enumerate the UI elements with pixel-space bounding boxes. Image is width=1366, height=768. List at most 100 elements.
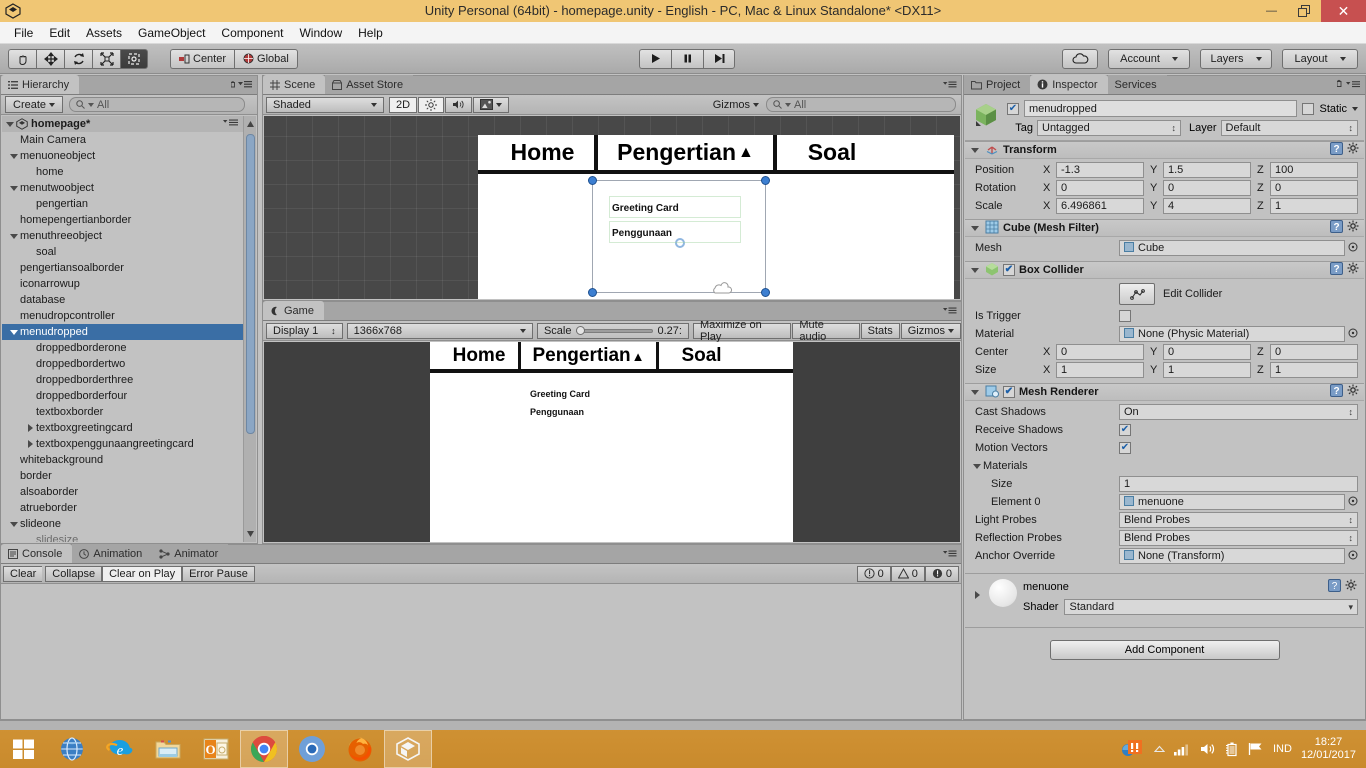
foldout-open[interactable] [8, 233, 20, 239]
menu-item-assets[interactable]: Assets [78, 24, 130, 42]
foldout-open[interactable] [8, 329, 20, 335]
hierarchy-panel-menu[interactable] [230, 79, 253, 92]
scene-viewport[interactable]: Home Pengertian ▲ Soal Greeting Card Pen… [264, 116, 960, 299]
field-y[interactable]: 1 [1163, 362, 1251, 378]
inspector-panel-menu[interactable] [1336, 79, 1361, 92]
account-button[interactable]: Account [1108, 48, 1190, 69]
start-button[interactable] [0, 730, 48, 768]
foldout-closed[interactable] [24, 424, 36, 432]
field-y[interactable]: 0 [1163, 344, 1251, 360]
hierarchy-item[interactable]: Main Camera [2, 132, 243, 148]
help-icon[interactable]: ? [1330, 262, 1343, 278]
pause-button[interactable] [671, 48, 703, 69]
field-x[interactable]: -1.3 [1056, 162, 1144, 178]
menu-item-gameobject[interactable]: GameObject [130, 24, 213, 42]
hierarchy-item[interactable]: menuthreeobject [2, 228, 243, 244]
gear-icon[interactable] [1347, 142, 1360, 158]
console-clear-on-play-toggle[interactable]: Clear on Play [102, 565, 183, 582]
help-icon[interactable]: ? [1330, 220, 1343, 236]
help-icon[interactable]: ? [1328, 579, 1341, 595]
shader-dropdown[interactable]: Standard [1064, 599, 1358, 615]
taskbar-item-globe[interactable] [48, 730, 96, 768]
tab-inspector[interactable]: Inspector [1030, 75, 1108, 94]
static-checkbox[interactable] [1302, 102, 1315, 115]
gameobject-name-input[interactable]: menudropped [1024, 100, 1298, 117]
component-foldout[interactable] [969, 225, 981, 231]
property-checkbox[interactable] [1119, 424, 1131, 436]
scene-draw-mode-dropdown[interactable]: Shaded [266, 96, 384, 113]
tray-action-center-icon[interactable] [1248, 742, 1264, 756]
hierarchy-item[interactable]: menuoneobject [2, 148, 243, 164]
tab-scene[interactable]: Scene [263, 75, 326, 94]
component-enabled-checkbox[interactable] [1003, 264, 1015, 276]
pivot-rotation-button[interactable]: Global [234, 48, 298, 69]
taskbar-item-chrome[interactable] [240, 730, 288, 768]
hierarchy-item[interactable]: whitebackground [2, 452, 243, 468]
console-log-area[interactable] [2, 584, 960, 718]
field-y[interactable]: 1.5 [1163, 162, 1251, 178]
tray-battery-icon[interactable] [1225, 742, 1239, 757]
tray-clock[interactable]: 18:27 12/01/2017 [1301, 736, 1356, 762]
rotate-tool-button[interactable] [64, 48, 92, 69]
layer-dropdown[interactable]: Default [1220, 120, 1358, 136]
object-picker-icon[interactable] [1348, 242, 1358, 255]
component-header[interactable]: Box Collider? [965, 261, 1364, 279]
tray-language[interactable]: IND [1273, 743, 1292, 755]
foldout-open[interactable] [8, 185, 20, 191]
object-field[interactable]: Cube [1119, 240, 1345, 256]
field-z[interactable]: 0 [1270, 344, 1358, 360]
component-foldout[interactable] [969, 389, 981, 395]
move-tool-button[interactable] [36, 48, 64, 69]
hierarchy-item[interactable]: border [2, 468, 243, 484]
game-viewport[interactable]: Home Pengertian ▲ Soal Greeting Card Pen… [264, 342, 960, 542]
menu-item-window[interactable]: Window [291, 24, 350, 42]
object-picker-icon[interactable] [1348, 328, 1358, 341]
cloud-button[interactable] [1062, 48, 1098, 69]
scene-panel-menu[interactable] [943, 80, 957, 92]
console-warning-count[interactable]: 0 [890, 565, 925, 582]
taskbar-item-firefox[interactable] [336, 730, 384, 768]
field-x[interactable]: 6.496861 [1056, 198, 1144, 214]
game-stats-toggle[interactable]: Stats [860, 322, 900, 339]
game-scale-thumb[interactable] [576, 326, 586, 335]
popup-field[interactable]: Blend Probes [1119, 530, 1358, 546]
hierarchy-item[interactable]: iconarrowup [2, 276, 243, 292]
hierarchy-search-input[interactable]: All [69, 97, 246, 112]
console-error-pause-toggle[interactable]: Error Pause [182, 565, 255, 582]
tab-services[interactable]: Services [1107, 75, 1167, 94]
tray-alert-icon[interactable] [1121, 739, 1145, 759]
material-foldout[interactable] [971, 579, 983, 599]
help-icon[interactable]: ? [1330, 142, 1343, 158]
menu-item-component[interactable]: Component [213, 24, 291, 42]
create-button[interactable]: Create [5, 96, 64, 113]
hierarchy-item[interactable]: slidesize [2, 532, 243, 542]
chevron-down-icon[interactable] [1352, 106, 1358, 111]
menu-item-file[interactable]: File [6, 24, 41, 42]
hierarchy-item[interactable]: database [2, 292, 243, 308]
hierarchy-scroll-thumb[interactable] [246, 134, 255, 434]
tab-asset-store[interactable]: Asset Store [325, 75, 414, 94]
pivot-mode-button[interactable]: Center [170, 48, 235, 69]
tab-project[interactable]: Project [964, 75, 1031, 94]
scene-selection-handle-br[interactable] [761, 288, 770, 297]
hierarchy-item[interactable]: droppedborderone [2, 340, 243, 356]
hierarchy-item[interactable]: home [2, 164, 243, 180]
hierarchy-item[interactable]: droppedborderthree [2, 372, 243, 388]
tab-animator[interactable]: Animator [152, 544, 229, 563]
scroll-down-icon[interactable] [246, 528, 255, 540]
tag-dropdown[interactable]: Untagged [1037, 120, 1181, 136]
menu-item-help[interactable]: Help [350, 24, 391, 42]
game-panel-menu[interactable] [943, 306, 957, 318]
field-z[interactable]: 100 [1270, 162, 1358, 178]
hierarchy-item[interactable]: menudropped [2, 324, 243, 340]
object-field[interactable]: None (Physic Material) [1119, 326, 1345, 342]
rect-tool-button[interactable] [120, 48, 148, 69]
text-field[interactable]: 1 [1119, 476, 1358, 492]
field-z[interactable]: 1 [1270, 362, 1358, 378]
layers-button[interactable]: Layers [1200, 48, 1272, 69]
hierarchy-item[interactable]: homepengertianborder [2, 212, 243, 228]
menu-item-edit[interactable]: Edit [41, 24, 78, 42]
edit-collider-button[interactable] [1119, 283, 1155, 305]
add-component-button[interactable]: Add Component [1049, 640, 1280, 660]
object-field[interactable]: menuone [1119, 494, 1345, 510]
